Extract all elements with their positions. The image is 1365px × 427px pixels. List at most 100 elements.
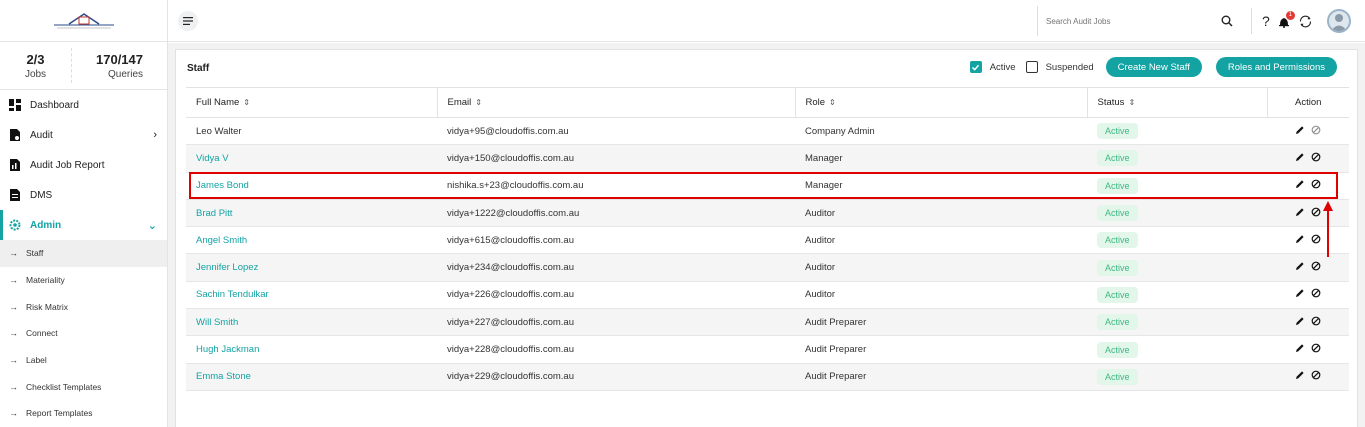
nav-audit[interactable]: Audit › [0, 120, 167, 150]
search-box [1037, 6, 1237, 36]
sub-item-checklist-templates-label: Checklist Templates [26, 381, 102, 392]
search-input[interactable] [1038, 16, 1208, 26]
jobs-stat[interactable]: 2/3 Jobs [0, 48, 72, 83]
jobs-count: 2/3 [26, 51, 45, 67]
suspended-filter[interactable]: Suspended [1025, 61, 1094, 73]
table-row[interactable]: Emma Stone vidya+229@cloudoffis.com.au Aud… [186, 363, 1349, 391]
table-row[interactable]: Vidya Vvidya+150@cloudoffis.com.au Manage… [186, 144, 1349, 173]
staff-status-cell: Active [1087, 117, 1267, 146]
sub-item-report-templates[interactable]: → Report Templates [0, 400, 167, 427]
create-new-staff-button[interactable]: Create New Staff [1105, 57, 1202, 77]
edit-icon[interactable] [1295, 125, 1305, 138]
active-checkbox[interactable] [969, 61, 982, 73]
active-filter[interactable]: Active [969, 61, 1016, 73]
sync-icon[interactable] [1298, 14, 1313, 29]
company-logo[interactable] [0, 0, 167, 42]
edit-icon[interactable] [1295, 316, 1305, 329]
suspend-icon[interactable] [1311, 261, 1321, 274]
sub-item-checklist-templates[interactable]: → Checklist Templates [0, 373, 167, 400]
top-icons: ? 1 [1251, 8, 1351, 34]
staff-action-cell [1267, 253, 1349, 282]
staff-name-cell[interactable]: Sachin Tendulkar [186, 281, 437, 310]
avatar[interactable] [1326, 9, 1351, 33]
staff-name-cell[interactable]: James Bond [186, 172, 437, 200]
staff-name-cell[interactable]: Vidya V [186, 144, 437, 173]
sub-item-materiality-label: Materiality [26, 275, 65, 286]
suspend-icon[interactable] [1311, 179, 1321, 192]
suspend-icon[interactable] [1311, 234, 1321, 247]
staff-name-cell[interactable]: Will Smith [186, 308, 437, 337]
arrow-right-icon: → [9, 408, 18, 419]
staff-role-cell: Manager [795, 172, 1087, 200]
table-row[interactable]: Leo Walter vidya+95@cloudoffis.com.au Comp… [186, 117, 1349, 146]
column-header-role[interactable]: Role ⇕ [795, 87, 1088, 118]
edit-icon[interactable] [1295, 261, 1305, 274]
table-row[interactable]: Sachin Tendulkar vidya+226@cloudoffis.com… [186, 281, 1349, 310]
edit-icon[interactable] [1295, 343, 1305, 356]
table-row[interactable]: Angel Smith vidya+615@cloudoffis.com.au Au… [186, 226, 1349, 255]
suspend-icon[interactable] [1311, 125, 1321, 138]
staff-name-cell[interactable]: Angel Smith [186, 226, 437, 255]
edit-icon[interactable] [1295, 152, 1305, 165]
sub-item-connect[interactable]: → Connect [0, 320, 167, 347]
action-header-label: Action [1295, 97, 1322, 108]
sub-item-label-label: Label [26, 355, 47, 366]
edit-icon[interactable] [1295, 207, 1305, 220]
bell-icon[interactable]: 1 [1278, 10, 1295, 28]
suspend-icon[interactable] [1311, 370, 1321, 383]
menu-toggle-button[interactable] [178, 11, 198, 31]
suspended-checkbox[interactable] [1025, 61, 1038, 73]
suspend-icon[interactable] [1311, 288, 1321, 301]
staff-role-cell: Company Admin [795, 117, 1087, 146]
staff-status-cell: Active [1087, 172, 1267, 200]
suspend-icon[interactable] [1311, 343, 1321, 356]
status-badge: Active [1097, 314, 1138, 331]
search-icon[interactable] [1221, 14, 1233, 32]
staff-name-cell[interactable]: Hugh Jackman [186, 335, 437, 364]
roles-and-permissions-button[interactable]: Roles and Permissions [1215, 57, 1337, 77]
sub-item-materiality[interactable]: → Materiality [0, 267, 167, 294]
nav-dashboard[interactable]: Dashboard [0, 90, 167, 120]
table-row[interactable]: James Bond nishika.s+23@cloudoffis.com.au… [186, 172, 1349, 200]
staff-action-cell [1267, 363, 1349, 391]
sub-item-staff[interactable]: → Staff [0, 240, 167, 267]
queries-stat[interactable]: 170/147 Queries [72, 42, 167, 89]
status-header-label: Status [1097, 97, 1125, 108]
staff-action-cell [1267, 308, 1349, 337]
staff-name-cell[interactable]: Brad Pitt [186, 199, 437, 228]
suspend-icon[interactable] [1311, 207, 1321, 220]
status-badge: Active [1097, 232, 1138, 249]
nav-audit-job-report[interactable]: Audit Job Report [0, 150, 167, 180]
logo-icon [53, 12, 114, 28]
edit-icon[interactable] [1295, 288, 1305, 301]
table-row[interactable]: Brad Pitt vidya+1222@cloudoffis.com.au Aud… [186, 199, 1349, 228]
edit-icon[interactable] [1295, 234, 1305, 247]
column-header-email[interactable]: Email ⇕ [437, 87, 796, 118]
edit-icon[interactable] [1295, 370, 1305, 383]
staff-name-cell[interactable]: Emma Stone [186, 363, 437, 391]
topbar: ? 1 [168, 0, 1365, 42]
suspend-icon[interactable] [1311, 316, 1321, 329]
suspend-icon[interactable] [1311, 152, 1321, 165]
staff-name-cell[interactable]: Jennifer Lopez [186, 253, 437, 282]
staff-status-cell: Active [1087, 281, 1267, 310]
staff-role-cell: Auditor [795, 281, 1087, 310]
staff-role-cell: Auditor [795, 199, 1087, 228]
table-row[interactable]: Jennifer Lopez vidya+234@cloudoffis.com.a… [186, 253, 1349, 282]
table-row[interactable]: Hugh Jackman vidya+228@cloudoffis.com.au A… [186, 335, 1349, 364]
column-header-status[interactable]: Status ⇕ [1087, 87, 1268, 118]
nav-dms[interactable]: DMS [0, 180, 167, 210]
nav-admin[interactable]: Admin ⌄ [0, 210, 167, 240]
suspended-filter-label: Suspended [1045, 61, 1094, 73]
column-header-full-name[interactable]: Full Name ⇕ [186, 87, 438, 118]
card-header: Staff Active Suspended Create New Staff … [176, 50, 1357, 87]
edit-icon[interactable] [1295, 179, 1305, 192]
table-row[interactable]: Will Smith vidya+227@cloudoffis.com.au Aud… [186, 308, 1349, 337]
help-icon[interactable]: ? [1262, 13, 1270, 29]
staff-email-cell: vidya+228@cloudoffis.com.au [437, 335, 795, 364]
sidebar: 2/3 Jobs 170/147 Queries Dashboard Audit… [0, 0, 168, 427]
staff-action-cell [1267, 226, 1349, 255]
arrow-right-icon: → [9, 355, 18, 366]
sub-item-risk-matrix[interactable]: → Risk Matrix [0, 293, 167, 320]
sub-item-label[interactable]: → Label [0, 347, 167, 374]
